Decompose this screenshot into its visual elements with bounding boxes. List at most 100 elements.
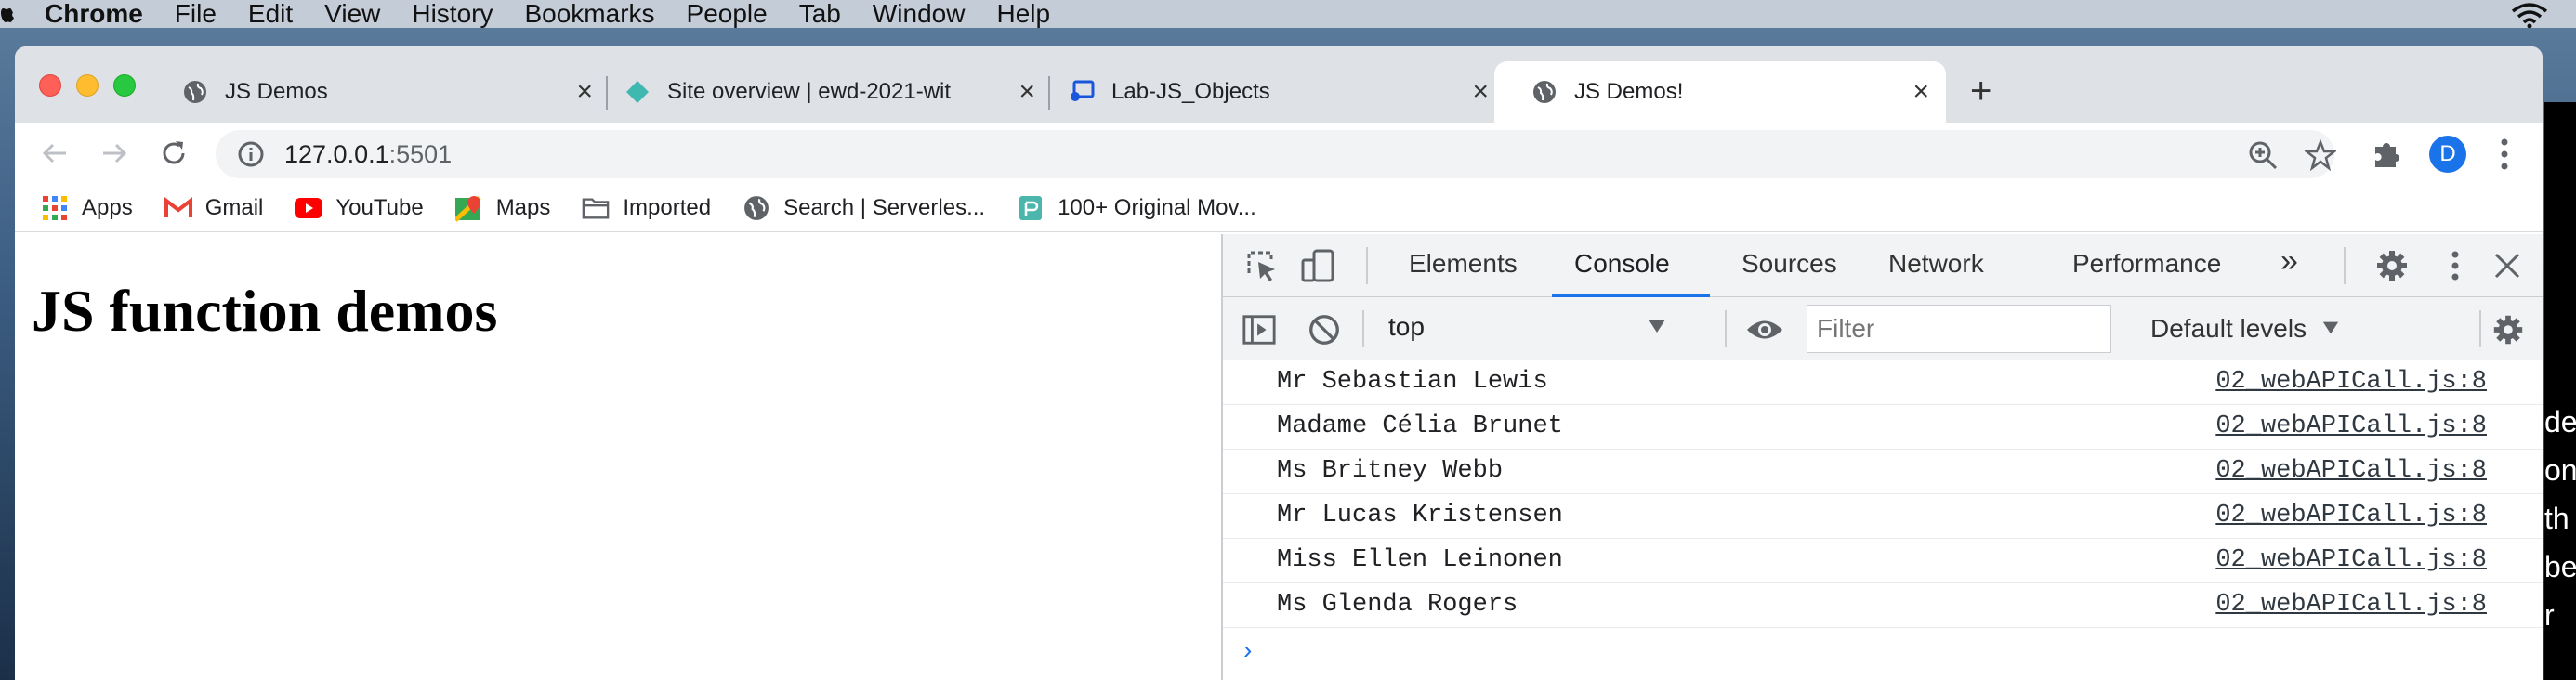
url-host: 127.0.0.1: [284, 139, 389, 168]
close-window-button[interactable]: [39, 74, 61, 97]
tab-js-demos-active[interactable]: JS Demos! ×: [1494, 61, 1946, 123]
console-log-row: Ms Britney Webb 02_webAPICall.js:8: [1223, 450, 2543, 494]
toolbar-divider: [2479, 310, 2481, 347]
bookmark-apps[interactable]: Apps: [41, 194, 133, 222]
tab-close-icon[interactable]: ×: [576, 78, 593, 106]
globe-icon: [1531, 79, 1557, 105]
bookmark-label: YouTube: [335, 194, 424, 220]
live-expression-eye-icon[interactable]: [1745, 312, 1784, 347]
menu-help[interactable]: Help: [996, 0, 1050, 29]
devtools-tab-performance[interactable]: Performance: [2072, 249, 2221, 279]
close-devtools-icon[interactable]: [2489, 247, 2526, 284]
customize-menu-icon[interactable]: [2437, 247, 2474, 284]
log-source-link[interactable]: 02_webAPICall.js:8: [2215, 502, 2487, 530]
console-filter-input[interactable]: [1807, 305, 2111, 353]
apple-icon[interactable]: [0, 0, 15, 28]
youtube-icon: [295, 194, 323, 222]
zoom-window-button[interactable]: [113, 74, 136, 97]
back-button[interactable]: [37, 136, 72, 171]
console-log-row: Ms Glenda Rogers 02_webAPICall.js:8: [1223, 583, 2543, 628]
log-source-link[interactable]: 02_webAPICall.js:8: [2215, 591, 2487, 619]
menu-bookmarks[interactable]: Bookmarks: [524, 0, 654, 29]
devtools-tab-elements[interactable]: Elements: [1409, 249, 1518, 279]
settings-gear-icon[interactable]: [2373, 247, 2411, 284]
address-bar[interactable]: 127.0.0.1:5501: [216, 130, 2336, 178]
bookmark-youtube[interactable]: YouTube: [295, 194, 424, 222]
clear-console-icon[interactable]: [1307, 312, 1342, 347]
url-text: 127.0.0.1:5501: [284, 140, 452, 169]
page-viewport: JS function demos Elements Console Sourc…: [15, 234, 2543, 680]
minimize-window-button[interactable]: [76, 74, 99, 97]
bookmark-search-serverless[interactable]: Search | Serverles...: [743, 194, 985, 222]
zoom-icon[interactable]: [2247, 139, 2279, 171]
profile-avatar[interactable]: D: [2429, 136, 2466, 173]
show-sidebar-icon[interactable]: [1242, 312, 1277, 347]
globe-icon: [182, 79, 208, 105]
toolbar-divider: [1366, 247, 1368, 284]
log-message: Ms Britney Webb: [1277, 457, 1504, 485]
wifi-icon[interactable]: [2509, 2, 2550, 28]
console-log-row: Mr Lucas Kristensen 02_webAPICall.js:8: [1223, 494, 2543, 539]
background-text: de: [2544, 405, 2576, 438]
forward-button[interactable]: [97, 136, 132, 171]
reload-icon: [163, 141, 185, 164]
inspect-element-icon[interactable]: [1243, 247, 1281, 284]
menu-edit[interactable]: Edit: [248, 0, 293, 29]
maps-icon: [454, 194, 483, 222]
log-levels-dropdown[interactable]: Default levels: [2150, 314, 2340, 344]
mac-menu-bar: Chrome File Edit View History Bookmarks …: [0, 0, 2576, 28]
extensions-puzzle-icon[interactable]: [2370, 137, 2403, 171]
tab-close-icon[interactable]: ×: [1912, 78, 1929, 106]
menu-view[interactable]: View: [324, 0, 380, 29]
new-tab-button[interactable]: +: [1970, 72, 1991, 110]
tab-close-icon[interactable]: ×: [1472, 78, 1489, 106]
page-title: JS function demos: [32, 278, 498, 344]
log-source-link[interactable]: 02_webAPICall.js:8: [2215, 546, 2487, 574]
bookmark-gmail[interactable]: Gmail: [164, 194, 263, 222]
menu-tab[interactable]: Tab: [799, 0, 841, 29]
log-source-link[interactable]: 02_webAPICall.js:8: [2215, 368, 2487, 396]
tab-strip: JS Demos × Site overview | ewd-2021-wit …: [15, 46, 2543, 123]
menu-app-chrome[interactable]: Chrome: [45, 0, 143, 29]
tab-title: JS Demos!: [1574, 79, 1684, 104]
console-log-row: Madame Célia Brunet 02_webAPICall.js:8: [1223, 405, 2543, 450]
menu-file[interactable]: File: [175, 0, 217, 29]
bookmarks-bar: Apps Gmail YouTube Maps Imported Search …: [15, 184, 2543, 232]
menu-history[interactable]: History: [412, 0, 493, 29]
reload-button[interactable]: [156, 136, 191, 171]
tab-site-overview[interactable]: Site overview | ewd-2021-wit ×: [624, 61, 1052, 123]
bookmark-original-movies[interactable]: 100+ Original Mov...: [1017, 194, 1256, 222]
folder-icon: [582, 194, 610, 222]
tab-lab-js-objects[interactable]: Lab-JS_Objects ×: [1069, 61, 1505, 123]
devtools-tab-network[interactable]: Network: [1888, 249, 1984, 279]
bookmark-star-icon[interactable]: [2305, 139, 2336, 171]
console-prompt-chevron-icon[interactable]: ›: [1243, 635, 1252, 665]
tab-title: Lab-JS_Objects: [1111, 79, 1270, 104]
menu-people[interactable]: People: [687, 0, 768, 29]
lab-icon: [1069, 79, 1095, 105]
device-toolbar-icon[interactable]: [1299, 247, 1336, 284]
chrome-menu-icon[interactable]: [2500, 137, 2509, 171]
bookmark-label: Search | Serverles...: [783, 194, 986, 220]
tab-title: JS Demos: [225, 79, 328, 104]
arrow-left-icon: [42, 143, 66, 163]
gmail-icon: [164, 194, 192, 222]
devtools-panel: Elements Console Sources Network Perform…: [1221, 234, 2543, 680]
arrow-right-icon: [103, 143, 127, 163]
bookmark-maps[interactable]: Maps: [454, 194, 550, 222]
tab-js-demos[interactable]: JS Demos ×: [182, 61, 610, 123]
log-message: Miss Ellen Leinonen: [1277, 546, 1563, 574]
more-tabs-chevron-icon[interactable]: »: [2280, 243, 2298, 280]
devtools-tab-console[interactable]: Console: [1574, 249, 1670, 279]
log-source-link[interactable]: 02_webAPICall.js:8: [2215, 457, 2487, 485]
background-text: on: [2544, 453, 2576, 487]
console-settings-gear-icon[interactable]: [2491, 312, 2526, 347]
log-message: Ms Glenda Rogers: [1277, 591, 1518, 619]
devtools-tab-sources[interactable]: Sources: [1741, 249, 1837, 279]
bookmark-folder-imported[interactable]: Imported: [582, 194, 711, 222]
execution-context-select[interactable]: top: [1388, 312, 1667, 346]
tab-close-icon[interactable]: ×: [1019, 78, 1035, 106]
info-icon[interactable]: [236, 139, 266, 169]
log-source-link[interactable]: 02_webAPICall.js:8: [2215, 412, 2487, 440]
menu-window[interactable]: Window: [873, 0, 966, 29]
